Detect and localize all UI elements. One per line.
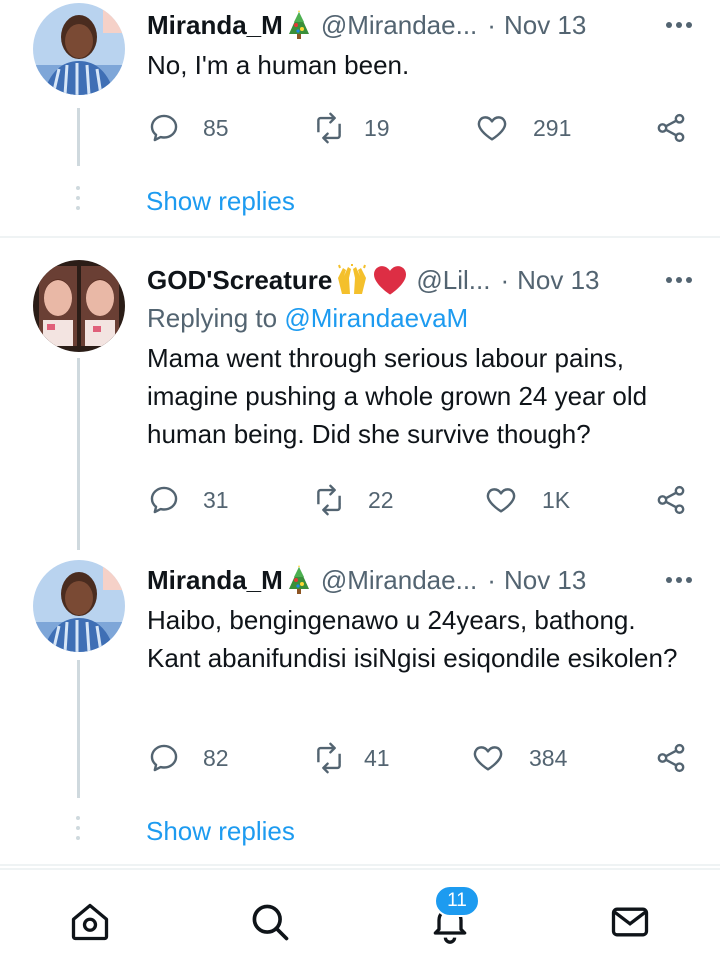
replying-to: Replying to @MirandaevaM xyxy=(147,301,692,335)
tweet-header: Miranda_M @Mirandae... · Nov 13 xyxy=(147,563,692,597)
display-name[interactable]: GOD'Screature xyxy=(147,265,332,296)
share-button[interactable] xyxy=(654,738,688,778)
more-options-icon[interactable] xyxy=(666,263,692,297)
share-button[interactable] xyxy=(654,108,688,148)
handle[interactable]: @Lil... xyxy=(416,265,490,296)
like-count: 1K xyxy=(542,486,571,513)
nav-search[interactable] xyxy=(248,900,292,944)
reply-button[interactable]: 31 xyxy=(147,480,229,520)
show-replies-link[interactable]: Show replies xyxy=(146,186,295,217)
timestamp[interactable]: Nov 13 xyxy=(504,565,586,596)
retweet-count: 19 xyxy=(364,114,390,141)
retweet-count: 41 xyxy=(364,744,390,771)
thread-line xyxy=(77,358,80,550)
notification-badge: 11 xyxy=(434,885,480,917)
like-count: 384 xyxy=(529,744,568,771)
separator: · xyxy=(487,9,496,40)
avatar[interactable] xyxy=(33,560,125,652)
action-bar: 82 41 384 xyxy=(147,738,692,778)
share-icon xyxy=(657,743,685,773)
divider xyxy=(0,236,720,238)
bottom-navigation xyxy=(0,868,720,972)
search-icon xyxy=(252,904,289,941)
divider xyxy=(0,864,720,866)
share-icon xyxy=(657,113,685,143)
retweet-icon xyxy=(317,742,341,774)
retweet-icon xyxy=(317,484,341,516)
thread-line xyxy=(77,660,80,798)
more-options-icon[interactable] xyxy=(666,8,692,42)
tweet-header: GOD'Screature @Lil... · Nov 13 xyxy=(147,263,692,297)
reply-count: 82 xyxy=(203,744,229,771)
retweet-button[interactable]: 22 xyxy=(312,480,394,520)
show-replies-link[interactable]: Show replies xyxy=(146,816,295,847)
separator: · xyxy=(500,264,510,295)
replying-prefix: Replying to xyxy=(147,303,285,333)
action-bar: 85 19 291 xyxy=(147,108,692,148)
reply-icon xyxy=(150,114,178,142)
avatar[interactable] xyxy=(33,260,125,352)
reply-icon xyxy=(150,744,178,772)
retweet-button[interactable]: 19 xyxy=(312,108,390,148)
tweet-text: Mama went through serious labour pains, … xyxy=(147,343,648,449)
like-button[interactable]: 384 xyxy=(471,738,567,778)
christmas-tree-icon xyxy=(285,565,313,595)
raised-hands-icon xyxy=(334,264,370,296)
action-bar: 31 22 1K xyxy=(147,480,692,520)
share-button[interactable] xyxy=(654,480,688,520)
handle[interactable]: @Mirandae... xyxy=(321,10,477,41)
reply-icon xyxy=(150,486,178,514)
reply-count: 31 xyxy=(203,486,229,513)
heart-icon xyxy=(473,746,503,771)
heart-icon xyxy=(486,488,516,513)
retweet-button[interactable]: 41 xyxy=(312,738,390,778)
reply-count: 85 xyxy=(203,114,229,141)
avatar[interactable] xyxy=(33,3,125,95)
christmas-tree-icon xyxy=(285,10,313,40)
tweet-header: Miranda_M @Mirandae... · Nov 13 xyxy=(147,8,692,42)
retweet-count: 22 xyxy=(368,486,394,513)
thread-line xyxy=(77,108,80,166)
share-icon xyxy=(657,485,685,515)
reply-button[interactable]: 82 xyxy=(147,738,229,778)
tweet-text: No, I'm a human been. xyxy=(147,50,410,80)
timestamp[interactable]: Nov 13 xyxy=(504,10,586,41)
like-button[interactable]: 1K xyxy=(484,480,570,520)
tweet-1[interactable]: Miranda_M @Mirandae... · Nov 13 No, I'm … xyxy=(0,0,720,236)
reply-button[interactable]: 85 xyxy=(147,108,229,148)
heart-icon xyxy=(477,116,507,141)
home-icon xyxy=(71,903,109,941)
tweet-2[interactable]: GOD'Screature @Lil... · Nov 13 Replying … xyxy=(0,240,720,550)
retweet-icon xyxy=(317,112,341,144)
handle[interactable]: @Mirandae... xyxy=(321,565,477,596)
mention-link[interactable]: @MirandaevaM xyxy=(284,303,468,333)
red-heart-icon xyxy=(372,264,408,296)
display-name[interactable]: Miranda_M xyxy=(147,565,283,596)
more-options-icon[interactable] xyxy=(666,563,692,597)
like-button[interactable]: 291 xyxy=(475,108,571,148)
timestamp[interactable]: Nov 13 xyxy=(517,265,599,296)
thread-dots xyxy=(76,816,80,840)
like-count: 291 xyxy=(533,114,572,141)
tweet-3[interactable]: Miranda_M @Mirandae... · Nov 13 Haibo, b… xyxy=(0,546,720,862)
separator: · xyxy=(487,564,496,595)
nav-home[interactable] xyxy=(68,900,112,944)
display-name[interactable]: Miranda_M xyxy=(147,10,283,41)
tweet-text: Haibo, bengingenawo u 24years, bathong. … xyxy=(147,605,678,673)
envelope-icon xyxy=(611,907,649,937)
thread-dots xyxy=(76,186,80,210)
nav-messages[interactable] xyxy=(608,900,652,944)
